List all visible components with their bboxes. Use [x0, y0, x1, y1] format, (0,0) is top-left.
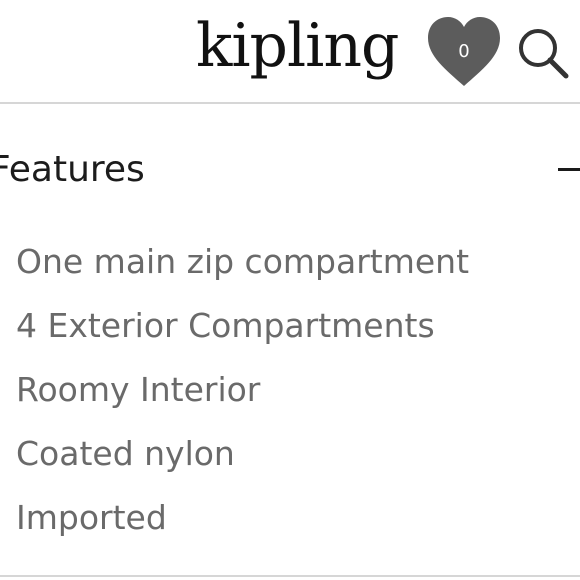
features-accordion-header[interactable]: Features: [0, 138, 580, 202]
feature-item: Coated nylon: [16, 434, 235, 473]
feature-item: 4 Exterior Compartments: [16, 306, 435, 345]
search-button[interactable]: [516, 26, 570, 80]
feature-item: One main zip compartment: [16, 242, 470, 281]
wishlist-count-badge: 0: [458, 41, 470, 62]
features-title: Features: [0, 149, 145, 190]
site-header: kipling 0: [0, 0, 580, 104]
feature-item: Imported: [16, 498, 167, 537]
wishlist-button[interactable]: 0: [426, 16, 502, 88]
features-list: One main zip compartment 4 Exterior Comp…: [16, 230, 469, 550]
minus-icon[interactable]: [558, 168, 580, 171]
search-icon: [519, 29, 569, 79]
feature-item: Roomy Interior: [16, 370, 261, 409]
section-divider: [0, 575, 580, 577]
brand-logo[interactable]: kipling: [196, 6, 399, 86]
